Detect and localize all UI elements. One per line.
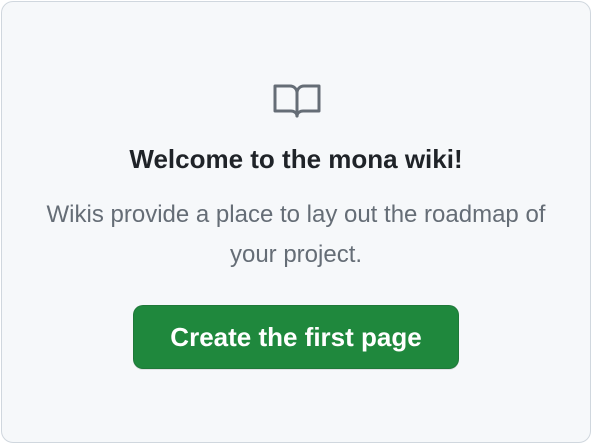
wiki-blankslate: Welcome to the mona wiki! Wikis provide …: [1, 1, 591, 443]
create-first-page-button[interactable]: Create the first page: [133, 305, 459, 369]
book-icon: [272, 81, 322, 121]
blankslate-heading: Welcome to the mona wiki!: [129, 144, 463, 174]
blankslate-description: Wikis provide a place to lay out the roa…: [46, 201, 546, 268]
